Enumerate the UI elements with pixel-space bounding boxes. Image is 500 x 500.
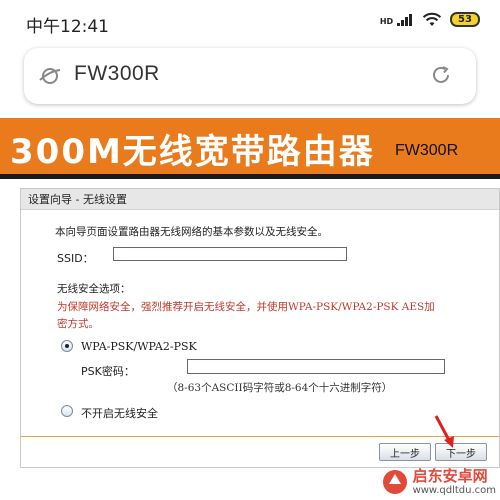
banner-model: FW300R — [395, 142, 459, 159]
psk-password-input[interactable] — [187, 359, 445, 374]
search-bar[interactable]: FW300R — [24, 48, 476, 104]
radio-wpa-psk[interactable] — [61, 340, 73, 352]
setup-title: 设置向导 - 无线设置 — [28, 193, 127, 206]
watermark-logo-icon — [382, 470, 407, 494]
watermark-url: www.qdltdu.com — [412, 484, 496, 496]
hd-signal-icon: HD — [380, 13, 414, 26]
battery-icon: 53 — [450, 12, 480, 27]
psk-label: PSK密码： — [81, 365, 135, 378]
watermark-name: 启东安卓网 — [412, 467, 488, 486]
option-no-security-label: 不开启无线安全 — [81, 407, 158, 420]
status-time: 中午12:41 — [26, 17, 109, 37]
banner-title: 300M无线宽带路由器 — [10, 132, 375, 172]
prev-button[interactable]: 上一步 — [379, 443, 431, 461]
radio-no-security[interactable] — [61, 405, 73, 417]
psk-hint: （8-63个ASCII码字符或8-64个十六进制字符） — [167, 382, 393, 394]
watermark: 启东安卓网 www.qdltdu.com — [381, 468, 496, 496]
planet-icon — [39, 68, 61, 84]
panel-divider — [21, 436, 499, 437]
banner-divider — [0, 174, 500, 179]
status-icons: HD 53 — [380, 12, 480, 27]
status-bar: 中午12:41 HD 53 — [0, 0, 500, 44]
option-wpa-psk-label: WPA-PSK/WPA2-PSK — [81, 340, 197, 353]
setup-header: 设置向导 - 无线设置 — [21, 189, 499, 210]
wireless-setup-panel: 设置向导 - 无线设置 本向导页面设置路由器无线网络的基本参数以及无线安全。 S… — [20, 188, 500, 468]
refresh-icon[interactable] — [430, 64, 452, 86]
ssid-input[interactable] — [113, 247, 347, 261]
security-warning-line2: 密方式。 — [57, 318, 99, 330]
setup-intro: 本向导页面设置路由器无线网络的基本参数以及无线安全。 — [55, 226, 328, 238]
security-warning-line1: 为保障网络安全，强烈推荐开启无线安全，并使用WPA-PSK/WPA2-PSK A… — [57, 301, 435, 313]
ssid-label: SSID： — [57, 252, 94, 265]
wifi-icon — [422, 12, 442, 26]
security-options-label: 无线安全选项： — [57, 283, 131, 295]
product-banner: 300M无线宽带路由器 FW300R — [0, 118, 500, 174]
annotation-arrow-icon — [434, 415, 454, 448]
search-input-text[interactable]: FW300R — [74, 62, 160, 86]
